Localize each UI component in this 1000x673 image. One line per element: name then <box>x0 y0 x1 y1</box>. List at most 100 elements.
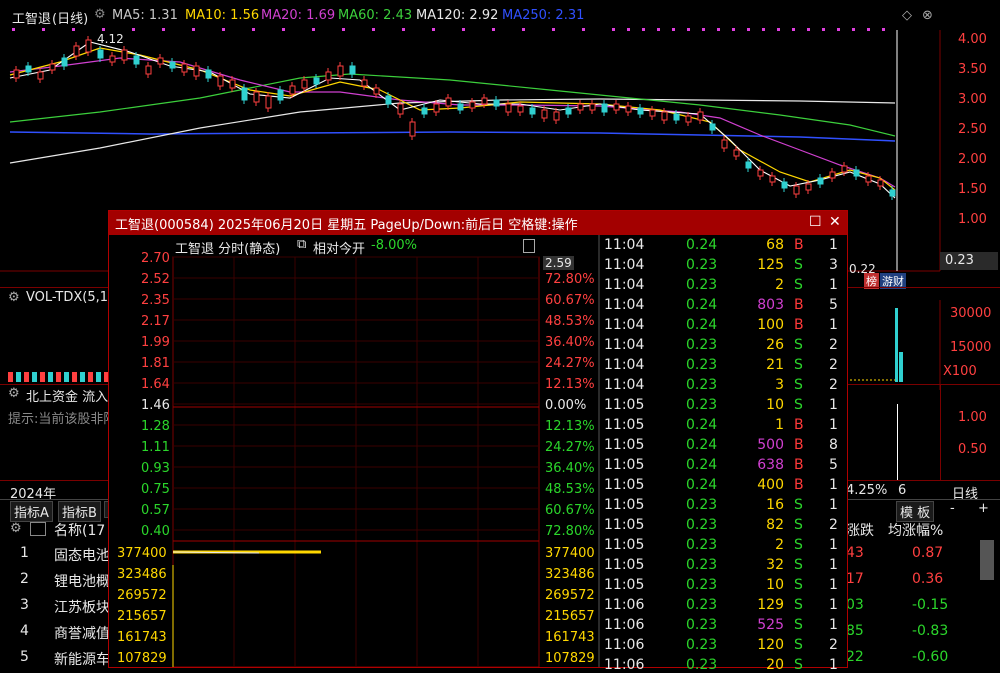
tick-price: 0.23 <box>686 637 718 653</box>
vol-axis-label-right: 377400 <box>545 546 595 561</box>
list-col-change[interactable]: 涨跌 <box>846 520 874 540</box>
list-row-number: 4 <box>20 623 29 639</box>
tick-volume: 500 <box>757 437 784 453</box>
kline-candle <box>37 71 44 80</box>
tick-count: 1 <box>829 537 838 553</box>
kline-candle <box>157 57 164 65</box>
tick-count: 1 <box>829 557 838 573</box>
kline-candle <box>877 179 884 187</box>
kline-candle <box>505 103 512 113</box>
kline-candle <box>337 65 344 77</box>
intraday-popup[interactable]: 工智退(000584) 2025年06月20日 星期五 PageUp/Down:… <box>108 210 848 673</box>
tick-volume: 2 <box>775 277 784 293</box>
kline-candle <box>745 161 752 169</box>
ma20-label: MA20: 1.69 <box>261 8 336 23</box>
tick-direction: S <box>794 637 803 653</box>
tick-count: 1 <box>829 617 838 633</box>
tick-volume: 638 <box>757 457 784 473</box>
tick-volume: 803 <box>757 297 784 313</box>
kline-candle <box>397 103 404 115</box>
kline-candle <box>685 115 692 123</box>
list-row-number: 1 <box>20 545 29 561</box>
price-axis-label: 0.57 <box>141 503 170 518</box>
pct-axis-label: 12.13% <box>545 377 595 392</box>
tick-time: 11:05 <box>604 417 645 433</box>
list-row-change: 22 <box>846 649 864 665</box>
tick-volume: 400 <box>757 477 784 493</box>
tick-volume: 525 <box>757 617 784 633</box>
close-popup-icon[interactable]: ✕ <box>829 214 841 230</box>
north-cursor-line <box>897 404 898 480</box>
vol-axis-label-right: 161743 <box>545 630 595 645</box>
maximize-icon[interactable]: ☐ <box>809 214 822 230</box>
tab-indicator-b[interactable]: 指标B <box>58 501 101 522</box>
kline-candle <box>817 177 824 185</box>
tick-count: 1 <box>829 277 838 293</box>
period-label[interactable]: (日线) <box>52 8 88 27</box>
tick-price: 0.23 <box>686 577 718 593</box>
tick-volume: 120 <box>757 637 784 653</box>
stock-name[interactable]: 工智退 <box>12 8 51 27</box>
kline-candle <box>637 107 644 115</box>
pct-axis-label: 0.00% <box>545 398 587 413</box>
kline-candle <box>301 79 308 89</box>
tick-direction: B <box>794 297 804 313</box>
pct-axis-label: 48.53% <box>545 482 595 497</box>
tick-direction: S <box>794 577 803 593</box>
last-price-tag: 0.23 <box>945 253 974 268</box>
list-row-name[interactable]: 江苏板块 <box>54 597 108 617</box>
tick-price: 0.23 <box>686 257 718 273</box>
pct-axis-label: 60.67% <box>545 503 595 518</box>
kline-candle <box>229 79 236 89</box>
settings-gear-icon[interactable]: ⚙ <box>94 7 106 22</box>
north-title[interactable]: 北上资金 流入 <box>26 386 108 405</box>
kline-candle <box>97 49 104 59</box>
list-row-avg: -0.83 <box>912 623 949 639</box>
pct-axis-label: 72.80% <box>545 272 595 287</box>
list-row-name[interactable]: 固态电池 <box>54 545 108 565</box>
close-icon[interactable]: ⊗ <box>922 8 933 23</box>
list-gear-icon[interactable]: ⚙ <box>10 521 22 536</box>
tab-indicator-a[interactable]: 指标A <box>10 501 53 522</box>
list-row-name[interactable]: 新能源车 <box>54 649 108 669</box>
tick-direction: S <box>794 337 803 353</box>
list-row-avg: -0.15 <box>912 597 949 613</box>
vol-bar <box>88 372 93 382</box>
tick-volume: 10 <box>766 397 784 413</box>
list-col-name[interactable]: 名称(17 <box>54 520 105 540</box>
list-scrollbar[interactable] <box>980 540 994 580</box>
tick-direction: S <box>794 557 803 573</box>
template-tab[interactable]: 模 板 <box>896 501 935 522</box>
tick-price: 0.23 <box>686 617 718 633</box>
plus-button[interactable]: + <box>978 501 989 516</box>
kline-candle <box>277 89 284 101</box>
tick-time: 11:05 <box>604 397 645 413</box>
tick-list[interactable]: 11:04 0.24 68 B 1 11:04 0.23 125 S 3 11:04 0.23 2 S 1 1… <box>604 235 844 673</box>
tick-direction: B <box>794 317 804 333</box>
list-row-number: 2 <box>20 571 29 587</box>
kline-candle <box>265 95 272 109</box>
list-row-name[interactable]: 锂电池概 <box>54 571 108 591</box>
tick-price: 0.23 <box>686 497 718 513</box>
diamond-icon[interactable]: ◇ <box>902 8 912 23</box>
north-gear-icon[interactable]: ⚙ <box>8 386 20 401</box>
popup-titlebar[interactable]: 工智退(000584) 2025年06月20日 星期五 PageUp/Down:… <box>109 211 847 235</box>
tick-time: 11:06 <box>604 657 645 673</box>
list-window-icon[interactable] <box>30 522 46 536</box>
tick-time: 11:05 <box>604 537 645 553</box>
price-axis-label: 2.52 <box>141 272 170 287</box>
tick-direction: S <box>794 277 803 293</box>
vol-bar <box>96 372 101 382</box>
kline-candle <box>85 39 92 53</box>
tick-direction: S <box>794 537 803 553</box>
minus-button[interactable]: - <box>950 501 955 516</box>
list-row-name[interactable]: 商誉减值 <box>54 623 108 643</box>
price-axis-label: 1.99 <box>141 335 170 350</box>
tick-price: 0.23 <box>686 557 718 573</box>
kline-candle <box>349 65 356 75</box>
list-col-avg[interactable]: 均涨幅% <box>888 520 943 540</box>
tick-volume: 129 <box>757 597 784 613</box>
tick-count: 1 <box>829 417 838 433</box>
price-axis-label: 0.75 <box>141 482 170 497</box>
ma120-label: MA120: 2.92 <box>416 8 499 23</box>
